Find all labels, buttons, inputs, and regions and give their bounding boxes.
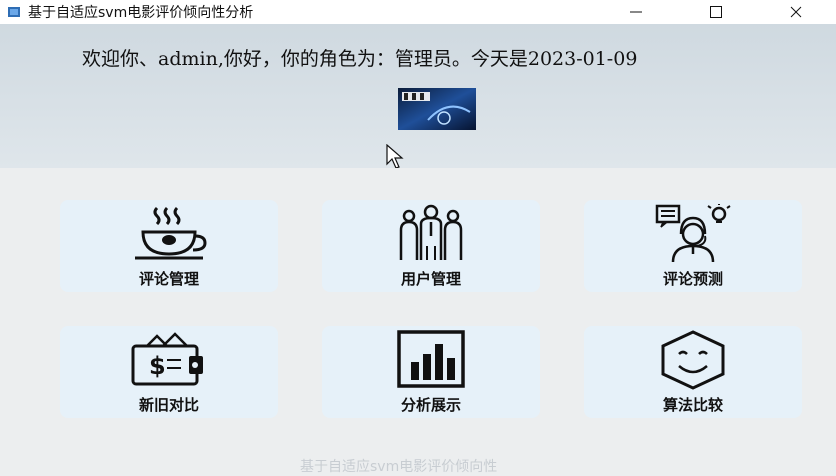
bar-chart-icon (389, 330, 473, 390)
window-title: 基于自适应svm电影评价倾向性分析 (28, 5, 254, 21)
window-controls (596, 0, 836, 24)
coffee-cup-icon (129, 204, 209, 264)
main-panel: 评论管理 用户管理 评论预测 $ 新旧对比 分析展示 算法比较 (0, 168, 836, 468)
minimize-button[interactable] (596, 0, 676, 24)
minimize-icon (630, 11, 642, 13)
footer-text: 基于自适应svm电影评价倾向性 (300, 459, 498, 475)
card-label: 评论管理 (138, 270, 199, 288)
title-bar: 基于自适应svm电影评价倾向性分析 (0, 0, 836, 24)
film-logo-image (398, 88, 476, 130)
card-label: 评论预测 (662, 270, 723, 288)
comment-prediction-button[interactable]: 评论预测 (584, 200, 802, 292)
analysis-display-button[interactable]: 分析展示 (322, 326, 540, 418)
old-new-comparison-button[interactable]: $ 新旧对比 (60, 326, 278, 418)
maximize-button[interactable] (676, 0, 756, 24)
header-panel: 欢迎你、admin,你好，你的角色为：管理员。今天是2023-01-09 (0, 24, 836, 169)
user-management-button[interactable]: 用户管理 (322, 200, 540, 292)
card-label: 分析展示 (400, 396, 461, 414)
users-group-icon (389, 204, 473, 264)
card-label: 算法比较 (662, 396, 723, 414)
algorithm-comparison-button[interactable]: 算法比较 (584, 326, 802, 418)
card-label: 用户管理 (400, 270, 461, 288)
smiley-hexagon-icon (651, 330, 735, 390)
comment-management-button[interactable]: 评论管理 (60, 200, 278, 292)
card-label: 新旧对比 (138, 396, 199, 414)
wallet-icon: $ (127, 330, 211, 390)
svg-text:$: $ (149, 352, 166, 380)
close-button[interactable] (756, 0, 836, 24)
welcome-message: 欢迎你、admin,你好，你的角色为：管理员。今天是2023-01-09 (82, 48, 638, 70)
maximize-icon (710, 6, 722, 18)
close-icon (790, 6, 802, 18)
app-icon (6, 4, 22, 20)
support-agent-icon (651, 204, 735, 264)
